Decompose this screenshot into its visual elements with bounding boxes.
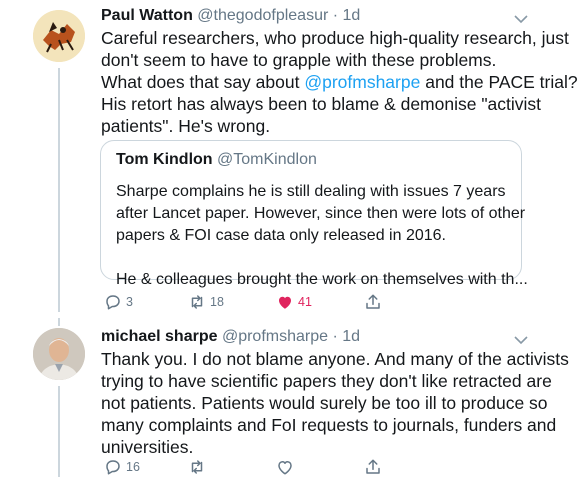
text-line: He & colleagues brought the work on them… [116,271,528,288]
like-button[interactable] [276,456,294,478]
avatar[interactable] [33,328,85,380]
tweet-text: Thank you. I do not blame anyone. And ma… [101,348,569,458]
text-line: trying to have scientific papers they do… [101,371,552,391]
heart-icon [279,296,291,309]
text-line: universities. [101,437,194,457]
thread-connector [58,68,60,312]
quoted-tweet[interactable]: Tom Kindlon @TomKindlon Sharpe complains… [100,140,528,288]
retweet-icon [191,460,203,474]
chevron-down-icon[interactable] [514,335,528,345]
painted-icon-avatar [33,10,85,62]
retweet-icon [191,295,203,309]
text-line: not patients. Patients would surely be t… [101,393,548,413]
display-name[interactable]: michael sharpe [101,328,218,345]
text-fragment: What does that say about [101,72,305,92]
quoted-display-name: Tom Kindlon [116,151,213,168]
text-line: patients". He's wrong. [101,116,271,136]
reply-icon [106,295,120,310]
retweet-button[interactable] [188,456,206,478]
thread-connector [58,318,60,326]
text-line: don't seem to have to grapple with these… [101,50,497,70]
user-handle[interactable]: @thegodofpleasur [197,7,328,24]
share-button[interactable] [364,291,382,313]
tweet-paul-watton[interactable]: Paul Watton @thegodofpleasur · 1d Carefu… [0,0,579,318]
quoted-tweet-text: Sharpe complains he is still dealing wit… [116,181,528,291]
share-icon [366,459,380,474]
heart-icon [278,461,292,475]
timestamp[interactable]: · 1d [332,328,360,345]
like-count: 41 [298,295,312,309]
text-line: after Lancet paper. However, since then … [116,205,526,222]
share-button[interactable] [364,456,382,478]
photo-avatar [33,328,85,380]
reply-count: 16 [126,460,140,474]
user-handle[interactable]: @profmsharpe [222,328,328,345]
tweet-actions: 3 18 41 [0,291,579,313]
chevron-down-icon[interactable] [514,14,528,24]
text-line: Thank you. I do not blame anyone. And ma… [101,349,569,369]
display-name[interactable]: Paul Watton [101,7,193,24]
mention-link[interactable]: @profmsharpe [304,72,420,92]
text-line: What does that say about @profmsharpe an… [101,71,578,93]
reply-button[interactable]: 3 [104,291,133,313]
retweet-button[interactable]: 18 [188,291,224,313]
like-button[interactable]: 41 [276,291,312,313]
reply-icon [106,460,120,475]
tweet-michael-sharpe[interactable]: michael sharpe @profmsharpe · 1d Thank y… [0,318,579,477]
tweet-text: Careful researchers, who produce high-qu… [101,27,578,137]
share-icon [366,294,380,309]
text-line: His retort has always been to blame & de… [101,94,542,114]
quoted-tweet-header: Tom Kindlon @TomKindlon [116,151,317,169]
text-line: many complaints and FoI requests to jour… [101,415,557,435]
avatar[interactable] [33,10,85,62]
tweet-actions: 16 [0,456,579,478]
quoted-handle: @TomKindlon [217,151,317,168]
text-line [116,247,528,269]
tweet-header: michael sharpe @profmsharpe · 1d [101,328,360,346]
reply-count: 3 [126,295,133,309]
reply-button[interactable]: 16 [104,456,140,478]
timestamp[interactable]: · 1d [333,7,361,24]
text-line: Careful researchers, who produce high-qu… [101,28,569,48]
retweet-count: 18 [210,295,224,309]
text-line: papers & FOI case data only released in … [116,227,446,244]
tweet-header: Paul Watton @thegodofpleasur · 1d [101,7,360,25]
text-line: Sharpe complains he is still dealing wit… [116,183,506,200]
text-fragment: and the PACE trial? [420,72,578,92]
